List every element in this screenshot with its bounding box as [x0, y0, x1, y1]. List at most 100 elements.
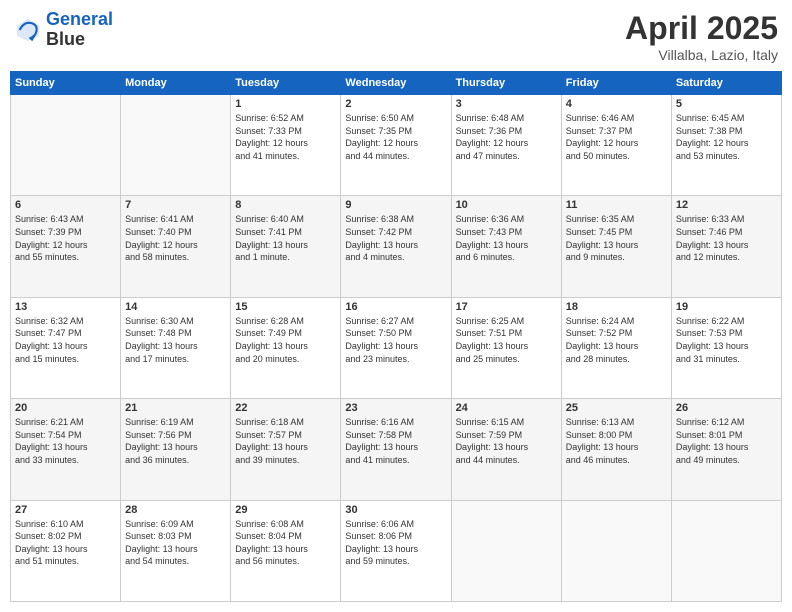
day-info: Sunrise: 6:24 AM Sunset: 7:52 PM Dayligh…: [566, 315, 667, 365]
calendar-cell-w1-d6: 5 Sunrise: 6:45 AM Sunset: 7:38 PM Daylig…: [671, 95, 781, 196]
location-subtitle: Villalba, Lazio, Italy: [625, 47, 778, 63]
calendar-cell-w4-d5: 25Sunrise: 6:13 AM Sunset: 8:00 PM Dayli…: [561, 399, 671, 500]
day-info: Sunrise: 6:45 AM Sunset: 7:38 PM Dayligh…: [676, 112, 777, 162]
day-number: 18: [566, 301, 667, 313]
calendar-cell-w3-d2: 15 Sunrise: 6:28 AM Sunset: 7:49 PM Dayli…: [231, 297, 341, 398]
day-number: 20: [15, 402, 116, 414]
day-number: 24: [456, 402, 557, 414]
col-wednesday: Wednesday: [341, 72, 451, 95]
page: General Blue April 2025 Villalba, Lazio,…: [0, 0, 792, 612]
day-info: Sunrise: 6:09 AM Sunset: 8:03 PM Dayligh…: [125, 518, 226, 568]
day-number: 22: [235, 402, 336, 414]
calendar-cell-w5-d1: 28 Sunrise: 6:09 AM Sunset: 8:03 PM Dayli…: [121, 500, 231, 601]
day-number: 11: [566, 199, 667, 211]
day-info: Sunrise: 6:30 AM Sunset: 7:48 PM Dayligh…: [125, 315, 226, 365]
col-tuesday: Tuesday: [231, 72, 341, 95]
calendar-cell-w4-d4: 24 Sunrise: 6:15 AM Sunset: 7:59 PM Dayli…: [451, 399, 561, 500]
day-number: 26: [676, 402, 777, 414]
day-info: Sunrise: 6:32 AM Sunset: 7:47 PM Dayligh…: [15, 315, 116, 365]
calendar-cell-w5-d6: [671, 500, 781, 601]
day-info: Sunrise: 6:10 AM Sunset: 8:02 PM Dayligh…: [15, 518, 116, 568]
calendar-cell-w1-d2: 1Sunrise: 6:52 AM Sunset: 7:33 PM Daylig…: [231, 95, 341, 196]
calendar-cell-w1-d3: 2Sunrise: 6:50 AM Sunset: 7:35 PM Daylig…: [341, 95, 451, 196]
calendar-cell-w3-d5: 18 Sunrise: 6:24 AM Sunset: 7:52 PM Dayli…: [561, 297, 671, 398]
calendar-cell-w3-d1: 14 Sunrise: 6:30 AM Sunset: 7:48 PM Dayli…: [121, 297, 231, 398]
calendar-cell-w4-d0: 20Sunrise: 6:21 AM Sunset: 7:54 PM Dayli…: [11, 399, 121, 500]
day-info: Sunrise: 6:48 AM Sunset: 7:36 PM Dayligh…: [456, 112, 557, 162]
day-number: 2: [345, 98, 446, 110]
month-title: April 2025: [625, 10, 778, 47]
calendar-cell-w2-d5: 11 Sunrise: 6:35 AM Sunset: 7:45 PM Dayli…: [561, 196, 671, 297]
week-row-2: 6 Sunrise: 6:43 AM Sunset: 7:39 PM Daylig…: [11, 196, 782, 297]
logo-text: General Blue: [46, 10, 113, 50]
day-number: 16: [345, 301, 446, 313]
day-number: 10: [456, 199, 557, 211]
day-info: Sunrise: 6:33 AM Sunset: 7:46 PM Dayligh…: [676, 213, 777, 263]
day-info: Sunrise: 6:28 AM Sunset: 7:49 PM Dayligh…: [235, 315, 336, 365]
calendar-table: Sunday Monday Tuesday Wednesday Thursday…: [10, 71, 782, 602]
day-number: 3: [456, 98, 557, 110]
calendar-cell-w4-d2: 22 Sunrise: 6:18 AM Sunset: 7:57 PM Dayli…: [231, 399, 341, 500]
calendar-cell-w3-d4: 17Sunrise: 6:25 AM Sunset: 7:51 PM Dayli…: [451, 297, 561, 398]
title-block: April 2025 Villalba, Lazio, Italy: [625, 10, 778, 63]
calendar-cell-w5-d0: 27Sunrise: 6:10 AM Sunset: 8:02 PM Dayli…: [11, 500, 121, 601]
day-number: 12: [676, 199, 777, 211]
col-monday: Monday: [121, 72, 231, 95]
week-row-3: 13 Sunrise: 6:32 AM Sunset: 7:47 PM Dayli…: [11, 297, 782, 398]
day-number: 7: [125, 199, 226, 211]
day-number: 14: [125, 301, 226, 313]
calendar-cell-w5-d2: 29 Sunrise: 6:08 AM Sunset: 8:04 PM Dayli…: [231, 500, 341, 601]
week-row-5: 27Sunrise: 6:10 AM Sunset: 8:02 PM Dayli…: [11, 500, 782, 601]
day-info: Sunrise: 6:35 AM Sunset: 7:45 PM Dayligh…: [566, 213, 667, 263]
week-row-1: 1Sunrise: 6:52 AM Sunset: 7:33 PM Daylig…: [11, 95, 782, 196]
day-number: 4: [566, 98, 667, 110]
calendar-cell-w3-d3: 16Sunrise: 6:27 AM Sunset: 7:50 PM Dayli…: [341, 297, 451, 398]
calendar-cell-w2-d6: 12 Sunrise: 6:33 AM Sunset: 7:46 PM Dayli…: [671, 196, 781, 297]
day-info: Sunrise: 6:46 AM Sunset: 7:37 PM Dayligh…: [566, 112, 667, 162]
calendar-cell-w4-d1: 21 Sunrise: 6:19 AM Sunset: 7:56 PM Dayli…: [121, 399, 231, 500]
calendar-cell-w1-d4: 3 Sunrise: 6:48 AM Sunset: 7:36 PM Daylig…: [451, 95, 561, 196]
calendar-cell-w3-d0: 13 Sunrise: 6:32 AM Sunset: 7:47 PM Dayli…: [11, 297, 121, 398]
day-info: Sunrise: 6:22 AM Sunset: 7:53 PM Dayligh…: [676, 315, 777, 365]
calendar-cell-w2-d0: 6 Sunrise: 6:43 AM Sunset: 7:39 PM Daylig…: [11, 196, 121, 297]
day-info: Sunrise: 6:43 AM Sunset: 7:39 PM Dayligh…: [15, 213, 116, 263]
day-number: 29: [235, 504, 336, 516]
day-info: Sunrise: 6:19 AM Sunset: 7:56 PM Dayligh…: [125, 416, 226, 466]
col-sunday: Sunday: [11, 72, 121, 95]
day-info: Sunrise: 6:16 AM Sunset: 7:58 PM Dayligh…: [345, 416, 446, 466]
day-number: 5: [676, 98, 777, 110]
day-number: 6: [15, 199, 116, 211]
weekday-header-row: Sunday Monday Tuesday Wednesday Thursday…: [11, 72, 782, 95]
calendar-cell-w2-d1: 7 Sunrise: 6:41 AM Sunset: 7:40 PM Daylig…: [121, 196, 231, 297]
logo-line2: Blue: [46, 30, 113, 50]
day-info: Sunrise: 6:08 AM Sunset: 8:04 PM Dayligh…: [235, 518, 336, 568]
calendar-cell-w1-d0: [11, 95, 121, 196]
calendar-cell-w3-d6: 19Sunrise: 6:22 AM Sunset: 7:53 PM Dayli…: [671, 297, 781, 398]
logo: General Blue: [14, 10, 113, 50]
col-saturday: Saturday: [671, 72, 781, 95]
day-info: Sunrise: 6:06 AM Sunset: 8:06 PM Dayligh…: [345, 518, 446, 568]
day-info: Sunrise: 6:52 AM Sunset: 7:33 PM Dayligh…: [235, 112, 336, 162]
day-info: Sunrise: 6:25 AM Sunset: 7:51 PM Dayligh…: [456, 315, 557, 365]
day-info: Sunrise: 6:40 AM Sunset: 7:41 PM Dayligh…: [235, 213, 336, 263]
day-info: Sunrise: 6:12 AM Sunset: 8:01 PM Dayligh…: [676, 416, 777, 466]
calendar-cell-w5-d5: [561, 500, 671, 601]
logo-icon: [14, 16, 42, 44]
calendar-cell-w4-d3: 23 Sunrise: 6:16 AM Sunset: 7:58 PM Dayli…: [341, 399, 451, 500]
calendar-cell-w1-d5: 4 Sunrise: 6:46 AM Sunset: 7:37 PM Daylig…: [561, 95, 671, 196]
calendar-cell-w5-d3: 30Sunrise: 6:06 AM Sunset: 8:06 PM Dayli…: [341, 500, 451, 601]
day-info: Sunrise: 6:18 AM Sunset: 7:57 PM Dayligh…: [235, 416, 336, 466]
week-row-4: 20Sunrise: 6:21 AM Sunset: 7:54 PM Dayli…: [11, 399, 782, 500]
calendar-cell-w1-d1: [121, 95, 231, 196]
day-info: Sunrise: 6:41 AM Sunset: 7:40 PM Dayligh…: [125, 213, 226, 263]
day-number: 15: [235, 301, 336, 313]
day-info: Sunrise: 6:15 AM Sunset: 7:59 PM Dayligh…: [456, 416, 557, 466]
calendar-cell-w2-d3: 9Sunrise: 6:38 AM Sunset: 7:42 PM Daylig…: [341, 196, 451, 297]
day-number: 13: [15, 301, 116, 313]
day-number: 28: [125, 504, 226, 516]
logo-line1: General: [46, 9, 113, 29]
calendar-cell-w4-d6: 26 Sunrise: 6:12 AM Sunset: 8:01 PM Dayli…: [671, 399, 781, 500]
day-info: Sunrise: 6:13 AM Sunset: 8:00 PM Dayligh…: [566, 416, 667, 466]
day-number: 21: [125, 402, 226, 414]
day-number: 23: [345, 402, 446, 414]
